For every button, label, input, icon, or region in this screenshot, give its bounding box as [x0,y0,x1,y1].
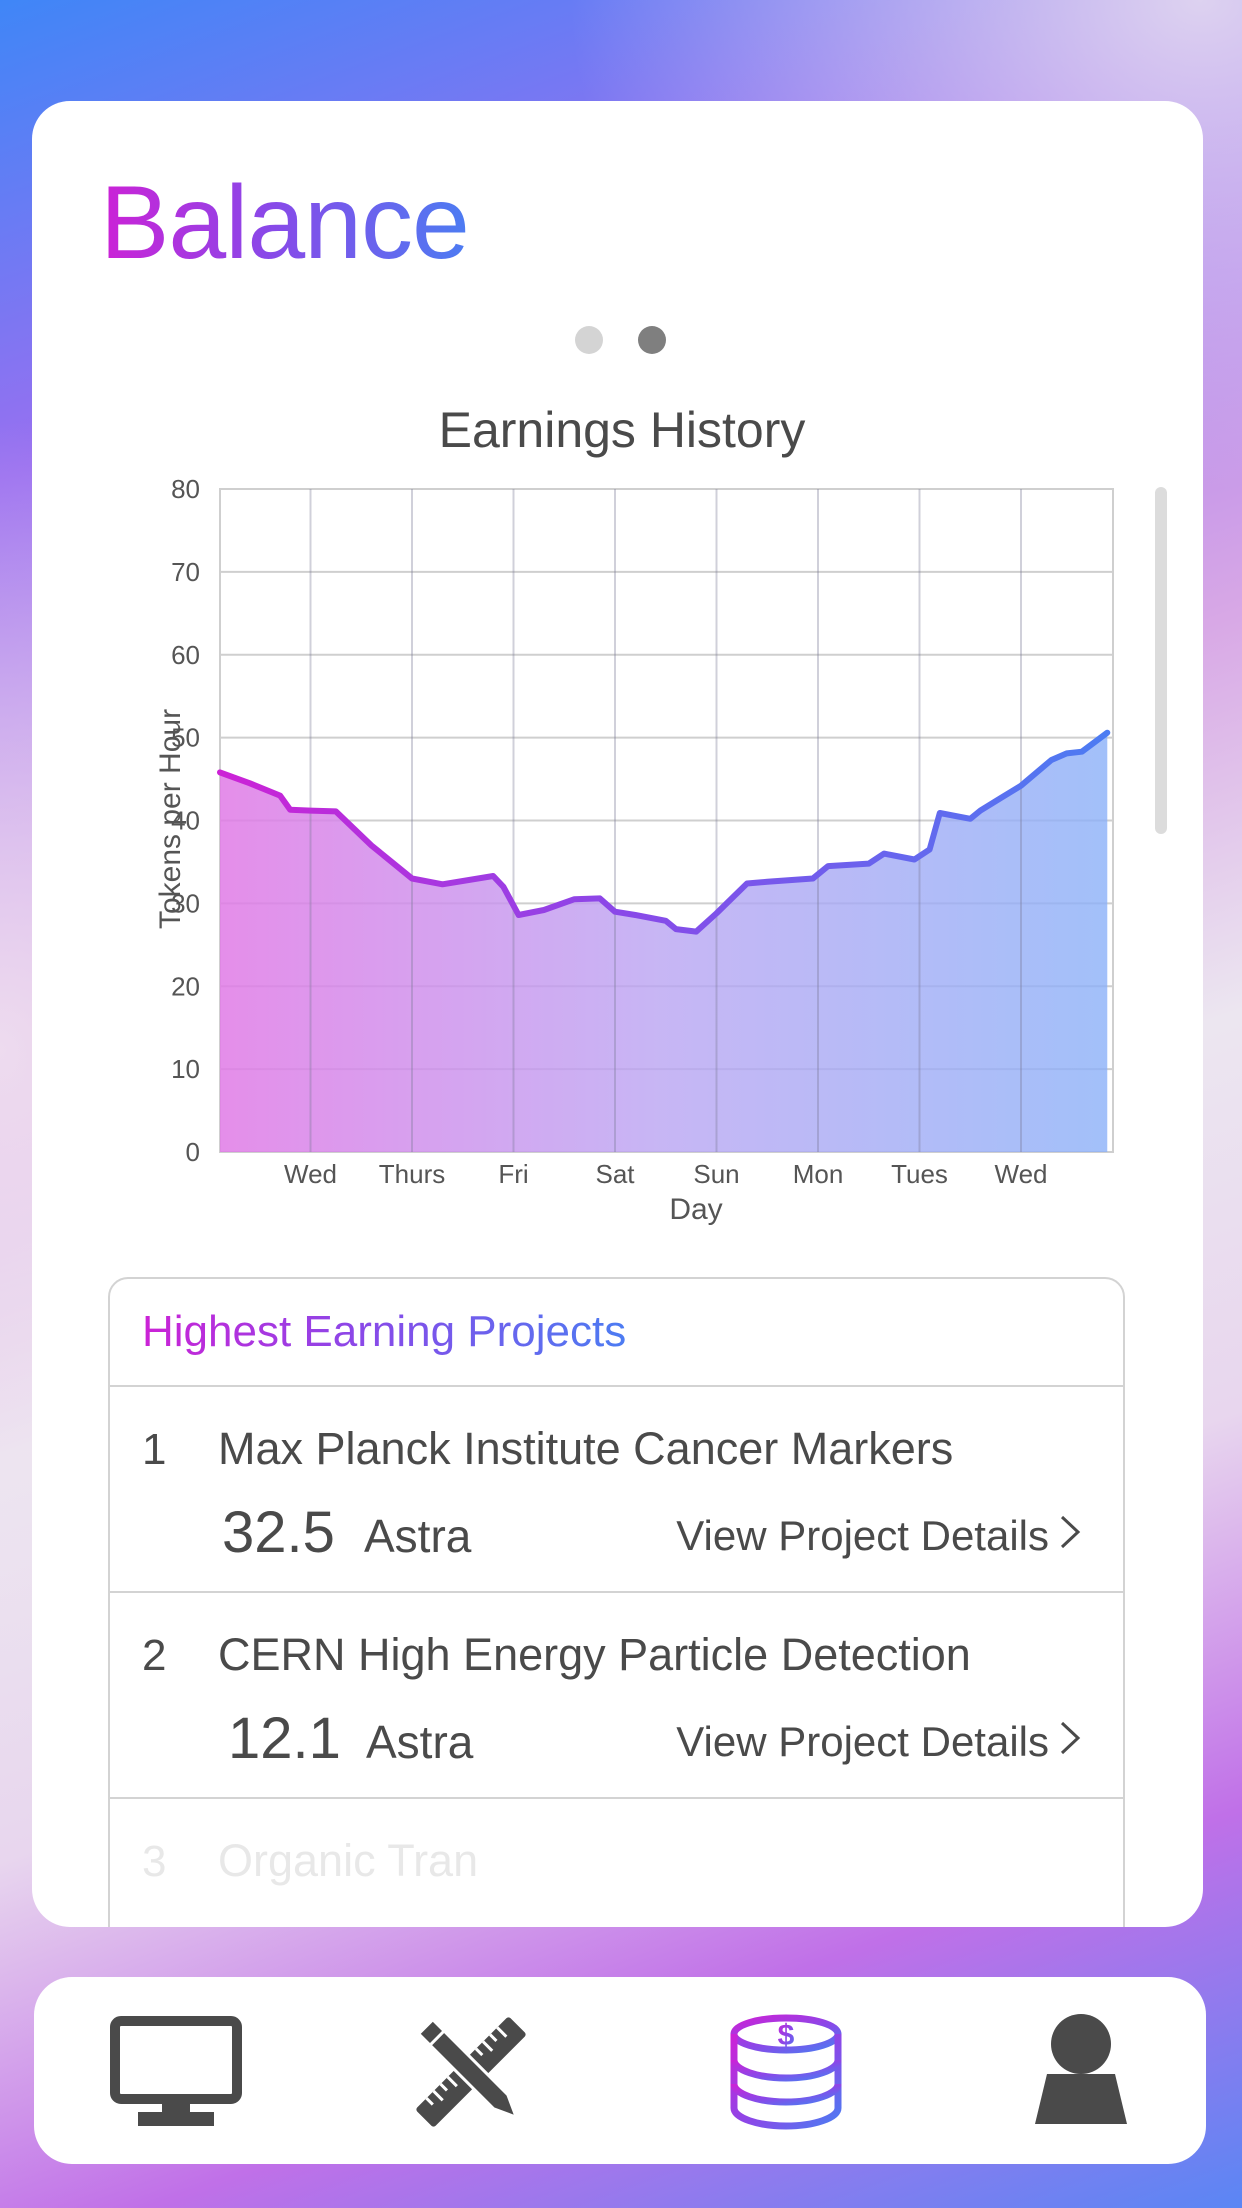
project-name: Organic Tran [218,1835,479,1886]
user-icon [1035,2014,1127,2124]
project-amount: 32.5 [222,1500,335,1565]
chevron-right-icon [1059,1717,1081,1767]
tab-balance[interactable]: $ [716,2007,856,2137]
view-project-details-link[interactable]: View Project Details [676,1717,1081,1767]
x-tick-labels: Wed Thurs Fri Sat Sun Mon Tues Wed [284,1159,1048,1189]
monitor-icon [110,2016,242,2126]
view-project-details-link[interactable]: View Project Details [676,1511,1081,1561]
project-row[interactable]: 2 CERN High Energy Particle Detection 12… [110,1593,1123,1799]
x-tick-label: Wed [284,1159,337,1189]
y-tick-label: 60 [171,640,200,670]
earnings-chart: 01020304050607080 Wed Thurs Fri Sat Sun Mon Tu… [154,474,1114,1226]
project-rank: 1 [142,1425,167,1474]
x-tick-label: Fri [498,1159,528,1189]
tab-design-tools[interactable] [401,2007,541,2137]
x-tick-label: Mon [793,1159,844,1189]
project-amount: 12.1 [228,1706,341,1771]
x-tick-label: Wed [995,1159,1048,1189]
x-tick-label: Sat [595,1159,635,1189]
tab-monitor[interactable] [106,2007,246,2137]
design-tools-icon [416,2017,526,2127]
view-project-details-label: View Project Details [676,1512,1049,1559]
y-tick-label: 20 [171,971,200,1001]
x-tick-label: Sun [693,1159,739,1189]
project-name: Max Planck Institute Cancer Markers [218,1423,954,1474]
project-row[interactable]: 3 Organic Tran [110,1799,1123,1927]
coins-icon: $ [730,2014,842,2130]
highest-earning-projects: Highest Earning Projects 1 Max Planck In… [108,1277,1125,1927]
projects-header: Highest Earning Projects [110,1279,1123,1387]
project-row[interactable]: 1 Max Planck Institute Cancer Markers 32… [110,1387,1123,1593]
project-name: CERN High Energy Particle Detection [218,1629,971,1680]
project-rank: 3 [142,1837,167,1886]
x-tick-label: Tues [891,1159,948,1189]
tab-profile[interactable] [1011,2007,1151,2137]
project-amount-unit: Astra [366,1716,474,1768]
y-tick-label: 70 [171,557,200,587]
view-project-details-label: View Project Details [676,1718,1049,1765]
balance-card: Balance Earnings History 0 10 20 30 40 50 60 70… [32,101,1203,1927]
x-axis-label: Day [669,1193,722,1226]
svg-text:$: $ [778,2019,795,2052]
chevron-right-icon [1059,1511,1081,1561]
project-rank: 2 [142,1631,167,1680]
projects-header-label: Highest Earning Projects [142,1307,627,1356]
y-tick-label: 80 [171,474,200,504]
y-axis-label: Tokens per Hour [154,709,187,929]
earnings-area [220,732,1108,1152]
x-tick-label: Thurs [379,1159,445,1189]
scrollbar[interactable] [1155,487,1167,834]
y-tick-label: 0 [186,1137,200,1167]
y-tick-label: 10 [171,1054,200,1084]
project-amount-unit: Astra [364,1510,472,1562]
tab-bar: $ [34,1977,1206,2164]
